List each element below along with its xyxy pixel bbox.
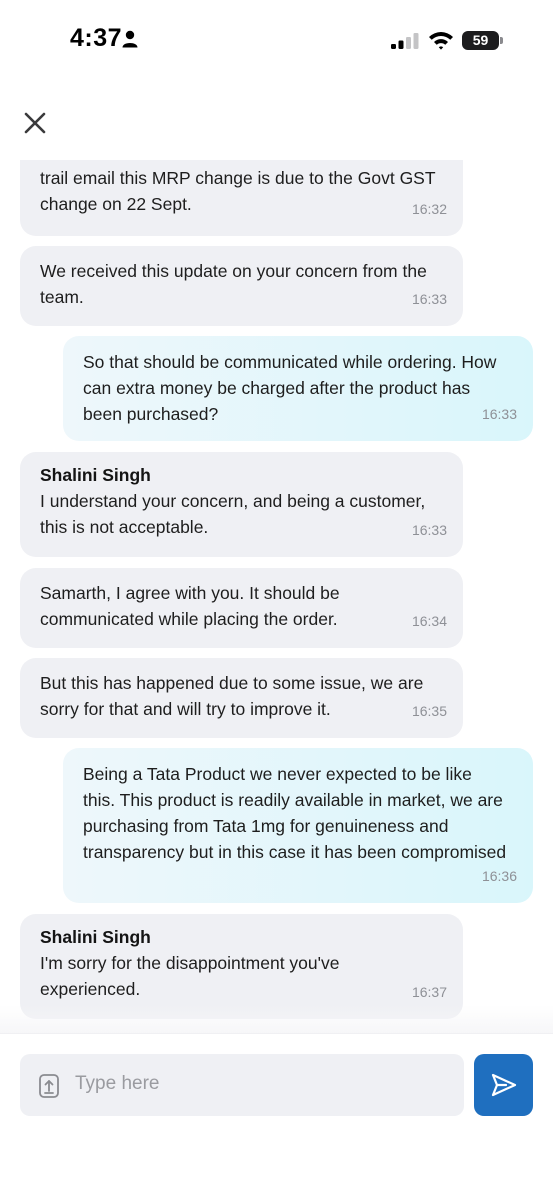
scroll-fade [0,1005,553,1035]
message-text-line: I understand your concern, and being a c… [40,491,426,511]
message-bubble-incoming: Samarth, I agree with you. It should be … [20,568,463,648]
message-text-line: So that should be communicated while ord… [83,352,497,372]
message-text-line: can extra money be charged after the pro… [83,378,471,398]
message-text-line: communicated while placing the order. [40,609,338,629]
message-bubble-incoming: We received this update on your concern … [20,246,463,326]
message-sender-name: Shalini Singh [40,465,151,485]
message-text-line: trail email this MRP change is due to th… [40,168,436,188]
person-icon [122,30,138,48]
message-text-line: this is not acceptable. [40,517,209,537]
send-button[interactable] [474,1054,533,1116]
close-button[interactable] [18,106,52,140]
message-text-line: I'm sorry for the disappointment you've [40,953,340,973]
message-timestamp: 16:36 [481,868,517,884]
message-timestamp: 16:34 [411,613,447,629]
message-text-line: change on 22 Sept. [40,194,192,214]
message-bubble-outgoing: Being a Tata Product we never expected t… [63,748,533,903]
message-text-line: Being a Tata Product we never expected t… [83,764,472,784]
message-text-line: team. [40,287,84,307]
message-bubble-incoming: Shalini Singh I'm sorry for the disappoi… [20,914,463,1019]
close-icon [24,112,46,134]
battery-icon: 59 [462,31,499,50]
message-sender-name: Shalini Singh [40,927,151,947]
battery-level: 59 [472,32,489,48]
message-bubble-incoming: trail email this MRP change is due to th… [20,160,463,236]
status-bar: 4:37 59 [0,0,553,80]
message-bubble-outgoing: So that should be communicated while ord… [63,336,533,441]
message-timestamp: 16:33 [411,522,447,538]
message-text-line: Samarth, I agree with you. It should be [40,583,340,603]
message-input-placeholder[interactable]: Type here [75,1073,160,1095]
status-time: 4:37 [70,24,123,52]
message-text-line: transparency but in this case it has bee… [83,842,507,862]
attach-upload-icon[interactable] [38,1073,60,1099]
wifi-icon [429,32,453,50]
message-text-line: experienced. [40,979,141,999]
battery-cap [500,37,503,44]
message-timestamp: 16:37 [411,984,447,1000]
chat-message-list[interactable]: trail email this MRP change is due to th… [0,160,553,1033]
message-text-line: been purchased? [83,404,219,424]
cellular-signal-icon [391,33,419,49]
message-text-line: sorry for that and will try to improve i… [40,699,331,719]
message-text-line: purchasing from Tata 1mg for genuineness… [83,816,449,836]
message-bubble-incoming: But this has happened due to some issue,… [20,658,463,738]
message-timestamp: 16:33 [411,291,447,307]
message-text-line: this. This product is readily available … [83,790,503,810]
message-timestamp: 16:35 [411,703,447,719]
message-bubble-incoming: Shalini Singh I understand your concern,… [20,452,463,557]
message-text-line: We received this update on your concern … [40,261,427,281]
message-text-line: But this has happened due to some issue,… [40,673,424,693]
message-timestamp: 16:33 [481,406,517,422]
message-timestamp: 16:32 [411,201,447,217]
send-icon [491,1073,517,1097]
